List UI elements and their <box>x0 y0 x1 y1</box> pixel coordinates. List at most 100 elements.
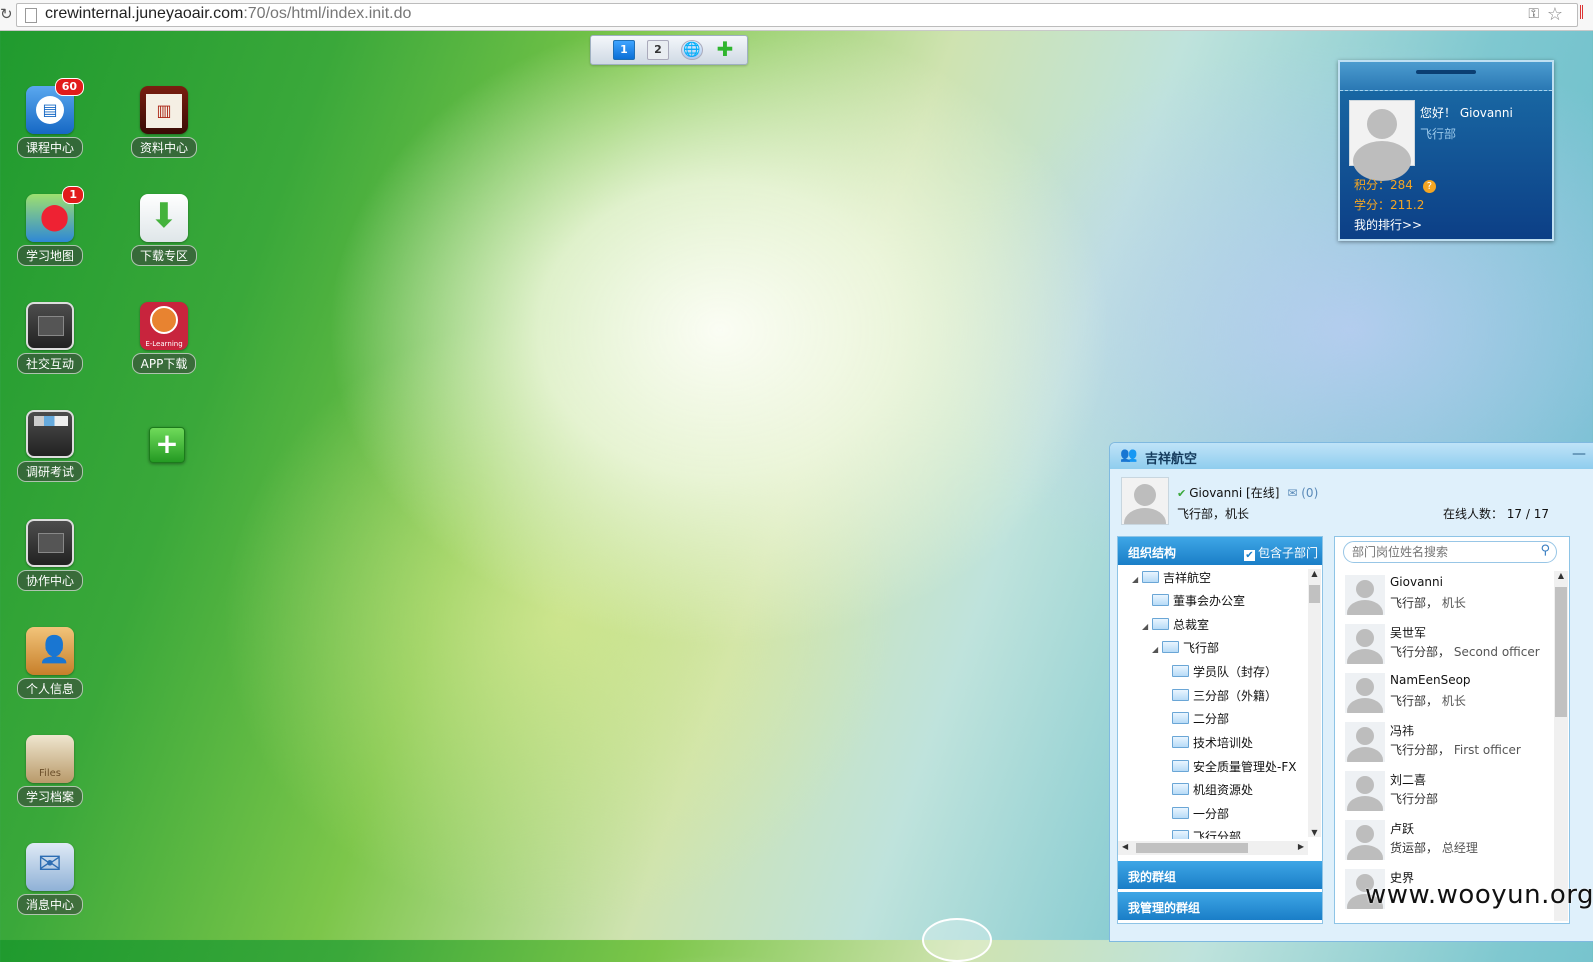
contacts-panel: ⚲ Giovanni 飞行部， 机长 吴世军 飞行分部， Second offi… <box>1334 536 1570 924</box>
scroll-thumb[interactable] <box>1309 585 1320 603</box>
minimize-icon[interactable]: — <box>1572 446 1586 462</box>
my-status: ✔ Giovanni [在线] ✉ (0) <box>1177 486 1319 500</box>
tree-node[interactable]: 董事会办公室 <box>1152 592 1245 610</box>
expand-triangle-icon[interactable]: ◢ <box>1132 575 1142 584</box>
scroll-down-icon[interactable]: ▼ <box>1308 828 1321 837</box>
desktop-icon-learning-map[interactable]: ⬤ 1 学习地图 <box>10 186 90 266</box>
drag-handle[interactable] <box>1416 70 1476 74</box>
online-check-icon: ✔ <box>1177 487 1187 500</box>
contact-row[interactable]: NamEenSeop 飞行部， 机长 <box>1335 669 1553 718</box>
watermark: www.wooyun.org <box>1365 880 1593 910</box>
tree-node[interactable]: ◢ 吉祥航空 <box>1132 569 1211 587</box>
tree-node[interactable]: 机组资源处 <box>1172 781 1253 799</box>
contact-card-icon: 👤 <box>26 627 74 675</box>
desktop-icon-app-download[interactable]: E-Learning APP下载 <box>124 302 204 374</box>
desktop-icon-label: 下载专区 <box>130 245 197 266</box>
desktop-icon-social[interactable]: 社交互动 <box>10 302 90 374</box>
globe-icon[interactable]: 🌐 <box>681 40 703 60</box>
desktop-2-button[interactable]: 2 <box>647 40 669 60</box>
contact-role: 货运部， 总经理 <box>1390 841 1478 855</box>
desktop-switcher: 1 2 🌐 ✚ <box>590 35 748 65</box>
desktop-icon-course-center[interactable]: ▤ 60 课程中心 <box>10 78 90 158</box>
expand-triangle-icon[interactable]: ◢ <box>1152 645 1162 654</box>
online-count: 在线人数： 17 / 17 <box>1442 507 1549 521</box>
org-structure-header[interactable]: 组织结构 ✔ 包含子部门 <box>1118 537 1322 565</box>
folder-icon <box>1172 807 1189 819</box>
im-header[interactable]: 👥 吉祥航空 — <box>1110 443 1593 469</box>
desktop-icon-collab[interactable]: 协作中心 <box>10 519 90 591</box>
tree-node[interactable]: 三分部（外籍） <box>1172 687 1277 705</box>
desktop-icon-personal-info[interactable]: 👤 个人信息 <box>10 627 90 699</box>
scroll-thumb[interactable] <box>1555 587 1567 717</box>
my-groups-header[interactable]: 我的群组 <box>1118 861 1322 889</box>
tree-horizontal-scrollbar[interactable]: ◀ ▶ <box>1118 841 1308 855</box>
add-desktop-icon[interactable]: ✚ <box>715 39 735 59</box>
scroll-right-icon[interactable]: ▶ <box>1298 842 1304 851</box>
start-orb[interactable] <box>922 918 992 962</box>
bookmark-star-icon[interactable]: ☆ <box>1547 4 1563 25</box>
download-icon: ⬇ <box>140 194 188 242</box>
desktop-icon-resources[interactable]: ▥ 资料中心 <box>124 86 204 158</box>
scroll-thumb[interactable] <box>1136 843 1248 853</box>
avatar <box>1345 624 1385 664</box>
org-tree: ◢ 吉祥航空 董事会办公室 ◢ 总裁室 ◢ 飞行部 学员队（封存） 三分部（外籍） 二… <box>1118 567 1306 839</box>
desktop-icon-survey-exam[interactable]: 调研考试 <box>10 410 90 482</box>
tree-node[interactable]: ◢ 总裁室 <box>1142 616 1209 634</box>
contact-role: 飞行分部， Second officer <box>1390 645 1540 659</box>
tree-vertical-scrollbar[interactable]: ▲ ▼ <box>1308 569 1321 837</box>
notification-badge: 60 <box>54 78 84 96</box>
map-icon: ⬤ 1 <box>26 186 84 242</box>
contact-row[interactable]: 卢跃 货运部， 总经理 <box>1335 816 1553 865</box>
tree-node[interactable]: 一分部 <box>1172 805 1229 823</box>
url-field[interactable]: crewinternal.juneyaoair.com:70/os/html/i… <box>16 3 1578 27</box>
help-icon[interactable]: ? <box>1422 180 1436 193</box>
folder-icon <box>1172 689 1189 701</box>
tree-node[interactable]: ◢ 飞行部 <box>1152 639 1219 657</box>
user-profile-card: 您好！ Giovanni 飞行部 积分：284? 学分：211.2 我的排行>> <box>1338 60 1554 241</box>
desktop-icon-label: 课程中心 <box>16 137 83 158</box>
desktop-1-button[interactable]: 1 <box>613 40 635 60</box>
desktop-icon-label: 消息中心 <box>16 894 83 915</box>
tree-node[interactable]: 学员队（封存） <box>1172 663 1277 681</box>
contact-row[interactable]: 吴世军 飞行分部， Second officer <box>1335 620 1553 669</box>
mail-icon[interactable]: ✉ (0) <box>1287 486 1318 500</box>
browser-menu-icon[interactable] <box>1580 5 1591 19</box>
my-ranking-link[interactable]: 我的排行>> <box>1354 216 1422 233</box>
tree-node[interactable]: 二分部 <box>1172 710 1229 728</box>
desktop-icon-learning-files[interactable]: Files 学习档案 <box>10 735 90 807</box>
card-header <box>1340 62 1552 91</box>
desktop-icon-label: 社交互动 <box>16 353 83 374</box>
add-app-button[interactable]: + <box>149 427 185 463</box>
library-icon: ▥ <box>140 86 188 134</box>
folder-icon <box>26 302 74 350</box>
contact-search: ⚲ <box>1343 541 1557 563</box>
expand-triangle-icon[interactable]: ◢ <box>1142 622 1152 631</box>
folder-icon <box>1172 665 1189 677</box>
user-dept: 飞行部 <box>1420 127 1457 141</box>
contacts-scrollbar[interactable]: ▲ <box>1554 571 1568 921</box>
include-subdept-checkbox[interactable]: ✔ 包含子部门 <box>1243 544 1318 561</box>
contact-search-input[interactable] <box>1350 543 1534 561</box>
desktop-icon-messages[interactable]: ✉ 消息中心 <box>10 843 90 915</box>
folder-icon <box>1152 594 1169 606</box>
contact-row[interactable]: 冯祎 飞行分部， First officer <box>1335 718 1553 767</box>
scroll-up-icon[interactable]: ▲ <box>1308 569 1321 578</box>
reload-icon[interactable]: ↻ <box>0 5 13 23</box>
managed-groups-header[interactable]: 我管理的群组 <box>1118 892 1322 920</box>
key-icon[interactable]: ⚿ <box>1528 6 1539 22</box>
desktop-icon-downloads[interactable]: ⬇ 下载专区 <box>124 194 204 266</box>
desktop-icon-label: APP下载 <box>131 353 197 374</box>
elearning-app-icon: E-Learning <box>140 302 188 350</box>
scroll-left-icon[interactable]: ◀ <box>1122 842 1128 851</box>
browser-address-bar: ↻ crewinternal.juneyaoair.com:70/os/html… <box>0 0 1593 31</box>
tree-node[interactable]: 技术培训处 <box>1172 734 1253 752</box>
url-text[interactable]: crewinternal.juneyaoair.com:70/os/html/i… <box>45 5 411 23</box>
search-icon[interactable]: ⚲ <box>1540 543 1550 558</box>
contact-row[interactable]: Giovanni 飞行部， 机长 <box>1335 571 1553 620</box>
contact-row[interactable]: 刘二喜 飞行分部 <box>1335 767 1553 816</box>
scroll-up-icon[interactable]: ▲ <box>1554 571 1568 580</box>
folder-icon <box>1152 618 1169 630</box>
desktop-icon-label: 资料中心 <box>130 137 197 158</box>
tree-node[interactable]: 安全质量管理处-FX <box>1172 758 1296 776</box>
tree-node[interactable]: 飞行分部 <box>1172 828 1241 839</box>
